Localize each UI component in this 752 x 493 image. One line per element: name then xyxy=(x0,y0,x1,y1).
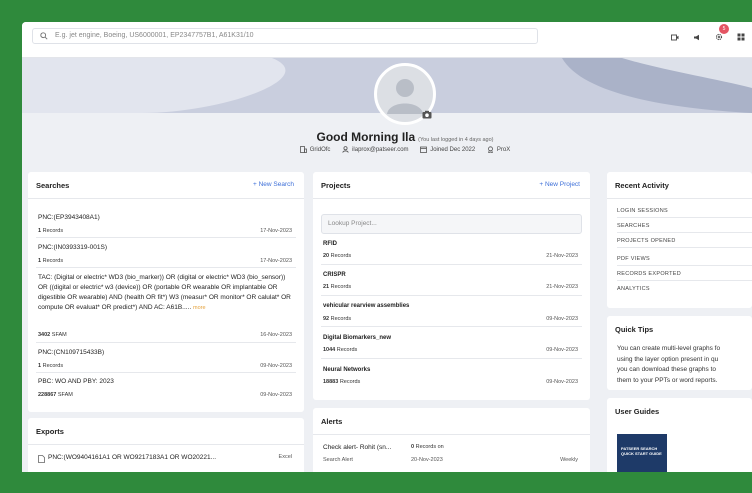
quick-start-guide-book[interactable]: PATSEER SEARCH QUICK START GUIDE xyxy=(617,434,667,472)
gear-icon[interactable]: 5 xyxy=(708,24,730,44)
megaphone-icon[interactable] xyxy=(686,30,708,44)
award-icon xyxy=(488,146,493,153)
lookup-project-input[interactable]: Lookup Project... xyxy=(321,214,582,234)
quick-tips-card: Quick Tips You can create multi-level gr… xyxy=(607,316,752,390)
plan-info: ProX xyxy=(487,146,510,153)
new-project-button[interactable]: + New Project xyxy=(539,181,580,188)
book-title: PATSEER SEARCH QUICK START GUIDE xyxy=(621,446,662,456)
greeting-title: Good Morning Ila xyxy=(316,130,416,144)
activity-item[interactable]: ANALYTICS xyxy=(617,286,650,292)
exports-title: Exports xyxy=(36,427,64,436)
search-item[interactable]: TAC: (Digital or electric* WD3 (bio_mark… xyxy=(36,273,296,343)
project-item[interactable]: RFID 20 Records 21-Nov-2023 xyxy=(321,241,582,265)
user-guides-title: User Guides xyxy=(615,407,660,416)
greeting: Good Morning Ila (You last logged in 4 da… xyxy=(22,128,752,146)
last-login: (You last logged in 4 days ago) xyxy=(418,137,494,143)
new-search-button[interactable]: + New Search xyxy=(253,181,294,188)
grid-icon[interactable] xyxy=(730,30,752,44)
activity-item[interactable]: RECORDS EXPORTED xyxy=(617,271,681,277)
more-link[interactable]: more xyxy=(193,305,206,311)
searches-card: Searches + New Search PNC:(EP3943408A1) 1… xyxy=(28,172,304,412)
calendar-icon xyxy=(420,146,428,153)
activity-item[interactable]: SEARCHES xyxy=(617,223,650,229)
camera-icon[interactable] xyxy=(422,110,432,119)
searches-title: Searches xyxy=(36,181,70,190)
notification-badge: 5 xyxy=(719,24,729,34)
app-window: E.g. jet engine, Boeing, US6000001, EP23… xyxy=(22,22,752,472)
recent-activity-card: Recent Activity LOGIN SESSIONS SEARCHES … xyxy=(607,172,752,308)
alerts-title: Alerts xyxy=(321,417,343,426)
building-icon xyxy=(299,146,307,153)
top-bar: E.g. jet engine, Boeing, US6000001, EP23… xyxy=(22,22,752,58)
search-input[interactable]: E.g. jet engine, Boeing, US6000001, EP23… xyxy=(32,28,538,44)
search-placeholder: E.g. jet engine, Boeing, US6000001, EP23… xyxy=(55,32,254,39)
project-item[interactable]: Digital Biomarkers_new 1044 Records 09-Nov… xyxy=(321,335,582,359)
alerts-card: Alerts Check alert- Rohit (sn... 0 Recor… xyxy=(313,408,590,472)
search-item[interactable]: PNC:(EP3943408A1) 1 Records 17-Nov-2023 xyxy=(36,214,296,238)
video-icon[interactable] xyxy=(664,30,686,44)
email-info: ilaprox@patseer.com xyxy=(342,146,409,153)
activity-item[interactable]: PROJECTS OPENED xyxy=(617,238,676,244)
search-item[interactable]: PNC:(CN109715433B) 1 Records 09-Nov-2023 xyxy=(36,349,296,373)
project-item[interactable]: vehicular rearview assemblies 92 Records 0… xyxy=(321,303,582,327)
export-item[interactable]: PNC:(WO9404161A1 OR WO9217183A1 OR WO202… xyxy=(36,454,296,468)
project-item[interactable]: Neural Networks 18883 Records 09-Nov-2023 xyxy=(321,367,582,391)
search-item[interactable]: PBC: WO AND PBY: 2023 228867 SFAM 09-Nov-2… xyxy=(36,378,296,402)
profile-meta: GridOfc ilaprox@patseer.com Joined Dec 2… xyxy=(22,146,752,155)
activity-item[interactable]: LOGIN SESSIONS xyxy=(617,208,668,214)
activity-item[interactable]: PDF VIEWS xyxy=(617,256,650,262)
project-item[interactable]: CRISPR 21 Records 21-Nov-2023 xyxy=(321,272,582,296)
user-icon xyxy=(342,146,349,153)
exports-card: Exports PNC:(WO9404161A1 OR WO9217183A1 … xyxy=(28,418,304,472)
user-guides-card: User Guides PATSEER SEARCH QUICK START G… xyxy=(607,398,752,472)
projects-title: Projects xyxy=(321,181,351,190)
recent-activity-title: Recent Activity xyxy=(615,181,669,190)
projects-card: Projects + New Project Lookup Project...… xyxy=(313,172,590,400)
search-item[interactable]: PNC:(IN0393319-001S) 1 Records 17-Nov-2023 xyxy=(36,244,296,268)
quick-tips-title: Quick Tips xyxy=(615,325,654,334)
company-info: GridOfc xyxy=(299,146,330,153)
quick-tips-text: You can create multi-level graphs fo usi… xyxy=(617,345,721,384)
search-icon xyxy=(40,32,48,40)
file-icon xyxy=(38,455,45,463)
alert-item[interactable]: Check alert- Rohit (sn... 0 Records on S… xyxy=(321,444,582,470)
joined-info: Joined Dec 2022 xyxy=(420,146,475,153)
